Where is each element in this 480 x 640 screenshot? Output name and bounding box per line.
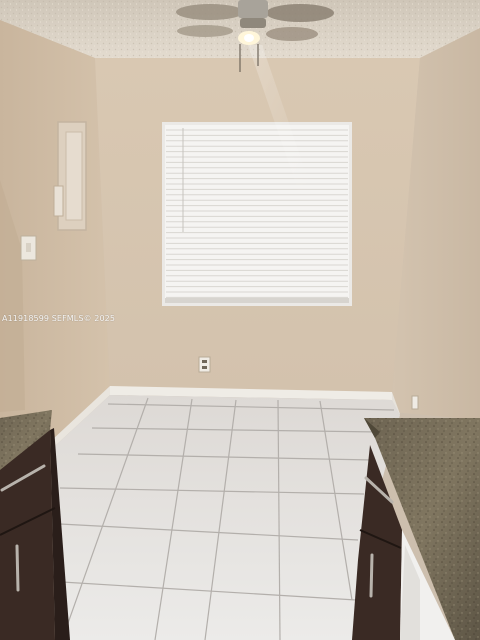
breaker-panel	[53, 121, 87, 231]
right-wall-outlet-icon	[411, 395, 419, 410]
right-cabinet	[352, 418, 480, 640]
tile-floor	[55, 395, 400, 640]
listing-watermark: A11918599 SEFMLS© 2025	[2, 314, 116, 323]
room-photo: A11918599 SEFMLS© 2025	[0, 0, 480, 640]
electrical-outlet-icon	[198, 356, 211, 373]
window	[162, 122, 352, 306]
light-switch-icon	[20, 235, 37, 261]
